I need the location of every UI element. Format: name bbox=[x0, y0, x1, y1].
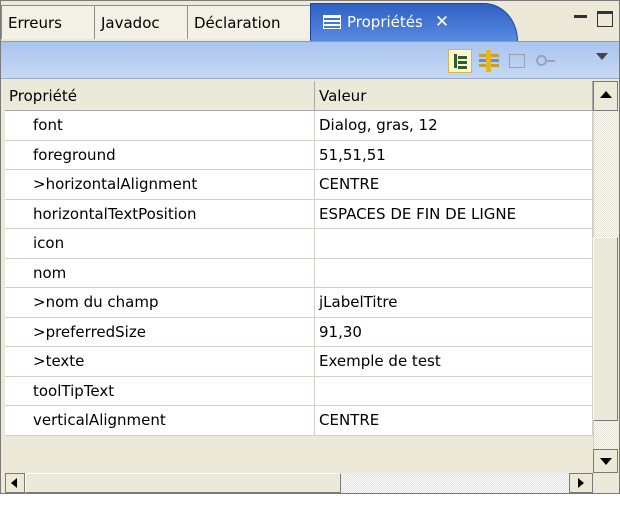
table-row[interactable]: toolTipText bbox=[5, 376, 593, 406]
property-name-cell[interactable]: >preferredSize bbox=[5, 317, 315, 347]
close-icon[interactable]: ✕ bbox=[435, 4, 449, 40]
property-name-cell[interactable]: foreground bbox=[5, 140, 315, 170]
property-name-cell[interactable]: >texte bbox=[5, 347, 315, 377]
table-row[interactable]: >texte Exemple de test bbox=[5, 347, 593, 377]
horizontal-scrollbar-thumb[interactable] bbox=[25, 473, 341, 493]
table-row[interactable]: >horizontalAlignment CENTRE bbox=[5, 170, 593, 200]
properties-table: font Dialog, gras, 12 foreground 51,51,51 >h… bbox=[5, 111, 593, 436]
tab-erreurs[interactable]: Erreurs bbox=[1, 5, 95, 39]
property-value-cell[interactable]: 91,30 bbox=[315, 317, 593, 347]
property-value-cell[interactable]: 51,51,51 bbox=[315, 140, 593, 170]
view-toolbar bbox=[1, 41, 619, 79]
properties-view: Erreurs Javadoc Déclaration Propriétés ✕ … bbox=[0, 0, 620, 494]
table-row[interactable]: font Dialog, gras, 12 bbox=[5, 111, 593, 141]
column-header-property[interactable]: Propriété bbox=[5, 81, 315, 111]
property-name-cell[interactable]: horizontalTextPosition bbox=[5, 199, 315, 229]
table-row[interactable]: >preferredSize 91,30 bbox=[5, 317, 593, 347]
view-menu-icon[interactable] bbox=[593, 49, 611, 73]
property-name-cell[interactable]: nom bbox=[5, 258, 315, 288]
property-value-cell[interactable]: CENTRE bbox=[315, 406, 593, 436]
table-row[interactable]: horizontalTextPosition ESPACES DE FIN DE … bbox=[5, 199, 593, 229]
scroll-up-icon[interactable] bbox=[593, 81, 618, 111]
property-value-cell[interactable] bbox=[315, 376, 593, 406]
scroll-down-icon[interactable] bbox=[593, 449, 618, 473]
vertical-scrollbar-thumb[interactable] bbox=[593, 237, 618, 421]
restore-default-icon[interactable] bbox=[506, 49, 530, 73]
tab-label: Erreurs bbox=[8, 14, 62, 32]
property-value-cell[interactable]: Dialog, gras, 12 bbox=[315, 111, 593, 141]
property-name-cell[interactable]: icon bbox=[5, 229, 315, 259]
property-name-cell[interactable]: toolTipText bbox=[5, 376, 315, 406]
minimize-icon[interactable] bbox=[573, 11, 589, 27]
link-icon[interactable] bbox=[533, 49, 557, 73]
property-name-cell[interactable]: >nom du champ bbox=[5, 288, 315, 318]
property-value-cell[interactable] bbox=[315, 229, 593, 259]
table-row[interactable]: verticalAlignment CENTRE bbox=[5, 406, 593, 436]
table-row[interactable]: foreground 51,51,51 bbox=[5, 140, 593, 170]
property-value-cell[interactable]: Exemple de test bbox=[315, 347, 593, 377]
tab-proprietes[interactable]: Propriétés ✕ bbox=[310, 3, 518, 41]
scroll-right-icon[interactable] bbox=[569, 473, 593, 493]
property-name-cell[interactable]: verticalAlignment bbox=[5, 406, 315, 436]
property-value-cell[interactable]: CENTRE bbox=[315, 170, 593, 200]
maximize-icon[interactable] bbox=[597, 11, 613, 27]
property-value-cell[interactable] bbox=[315, 258, 593, 288]
scroll-left-icon[interactable] bbox=[5, 473, 25, 493]
tab-label: Javadoc bbox=[101, 14, 160, 32]
tab-label: Propriétés bbox=[347, 13, 423, 31]
show-advanced-icon[interactable] bbox=[477, 49, 501, 73]
tab-javadoc[interactable]: Javadoc bbox=[94, 5, 188, 39]
properties-view-icon bbox=[323, 15, 341, 29]
tab-bar: Erreurs Javadoc Déclaration Propriétés ✕ bbox=[1, 1, 619, 41]
tab-declaration[interactable]: Déclaration bbox=[187, 5, 311, 39]
table-header: Propriété Valeur bbox=[5, 81, 593, 111]
table-row[interactable]: icon bbox=[5, 229, 593, 259]
table-row[interactable]: >nom du champ jLabelTitre bbox=[5, 288, 593, 318]
column-header-value[interactable]: Valeur bbox=[315, 81, 593, 111]
tab-label: Déclaration bbox=[194, 14, 281, 32]
scrollbar-corner bbox=[593, 473, 618, 493]
property-value-cell[interactable]: jLabelTitre bbox=[315, 288, 593, 318]
property-name-cell[interactable]: font bbox=[5, 111, 315, 141]
table-row[interactable]: nom bbox=[5, 258, 593, 288]
show-categories-icon[interactable] bbox=[448, 49, 472, 73]
property-value-cell[interactable]: ESPACES DE FIN DE LIGNE bbox=[315, 199, 593, 229]
property-name-cell[interactable]: >horizontalAlignment bbox=[5, 170, 315, 200]
